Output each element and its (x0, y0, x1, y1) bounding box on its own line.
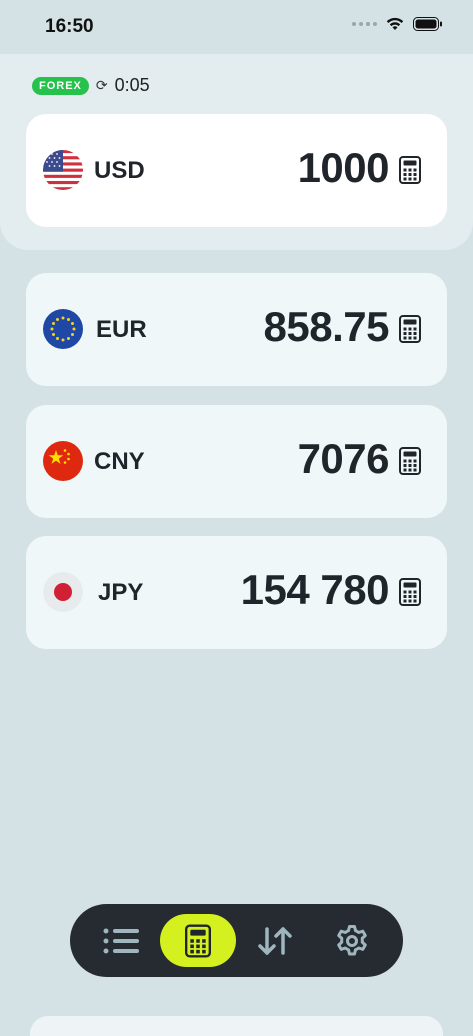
currency-amount[interactable]: 154 780 (241, 566, 390, 614)
calculator-icon[interactable] (399, 315, 421, 343)
tab-settings[interactable] (314, 914, 390, 967)
tab-list[interactable] (83, 914, 159, 967)
calculator-icon (185, 923, 211, 958)
currency-code: JPY (98, 579, 144, 606)
eu-flag-icon (43, 309, 83, 349)
wifi-icon (386, 17, 404, 30)
battery-icon (413, 17, 442, 31)
status-time: 16:50 (45, 16, 94, 37)
tab-calculator[interactable] (160, 914, 236, 967)
calculator-icon[interactable] (399, 156, 421, 184)
currency-code: CNY (94, 448, 145, 475)
calculator-icon[interactable] (399, 447, 421, 475)
tab-convert[interactable] (237, 914, 313, 967)
refresh-icon[interactable]: ⟳ (96, 77, 108, 94)
currency-card-jpy[interactable]: JPY 154 780 (26, 536, 447, 649)
currency-code: USD (94, 157, 145, 184)
currency-card-eur[interactable]: EUR 858.75 (26, 273, 447, 386)
cn-flag-icon (43, 441, 83, 481)
currency-card-cny[interactable]: CNY 7076 (26, 405, 447, 518)
currency-code: EUR (96, 316, 147, 343)
status-icons (352, 17, 443, 31)
calculator-icon[interactable] (399, 578, 421, 606)
status-bar: 16:50 (0, 0, 473, 54)
list-icon (103, 928, 139, 953)
currency-amount[interactable]: 7076 (298, 435, 390, 483)
swap-arrows-icon (258, 926, 292, 955)
forex-badge: FOREX (32, 76, 89, 95)
currency-amount[interactable]: 1000 (298, 144, 390, 192)
jp-flag-icon (43, 572, 83, 612)
cellular-signal-icon (352, 22, 377, 26)
rate-source-info: FOREX ⟳ 0:05 (32, 75, 150, 96)
bottom-sheet-handle[interactable] (30, 1016, 443, 1036)
update-timer: 0:05 (114, 75, 150, 95)
currency-card-usd[interactable]: USD 1000 (26, 114, 447, 227)
us-flag-icon (43, 150, 83, 190)
gear-icon (337, 924, 367, 955)
tab-bar (70, 904, 403, 977)
currency-amount[interactable]: 858.75 (264, 303, 390, 351)
